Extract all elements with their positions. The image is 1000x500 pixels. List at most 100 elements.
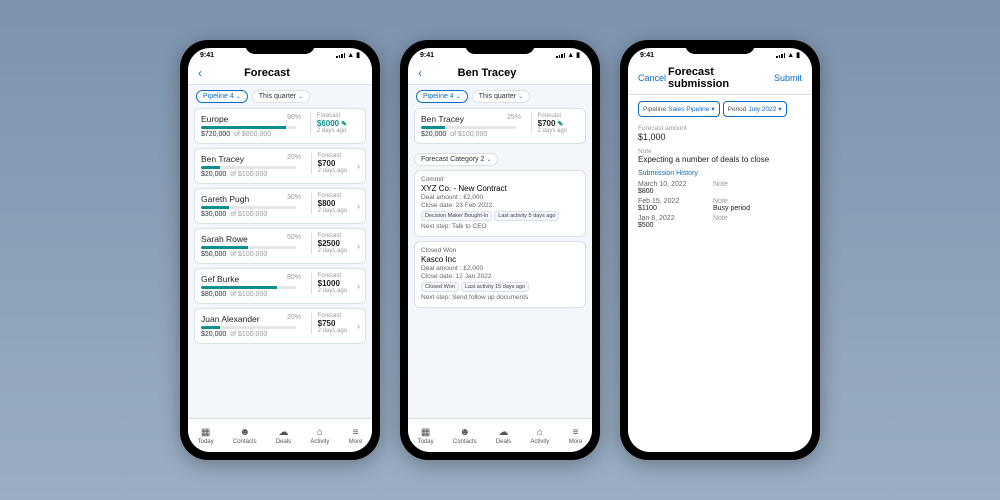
row-of: of $100,000	[228, 251, 267, 258]
submit-button[interactable]: Submit	[772, 73, 802, 83]
chevron-right-icon[interactable]: ›	[357, 161, 360, 171]
tab-more[interactable]: ≡More	[349, 427, 363, 445]
deal-tag: Last activity 5 days ago	[494, 211, 559, 221]
tab-activity[interactable]: ⌂Activity	[530, 427, 549, 445]
page-title: Ben Tracey	[458, 67, 517, 79]
row-pct: 25%	[507, 114, 521, 121]
row-name: Juan Alexander	[201, 314, 260, 324]
row-of: of $100,000	[448, 131, 487, 138]
forecast-block: Forecast $2500 2 days ago	[311, 233, 347, 254]
forecast-row: Europe90% $720,000 of $800,000 Forecast …	[194, 108, 366, 144]
tab-today[interactable]: ▦Today	[198, 427, 214, 445]
row-of: of $800,000	[232, 131, 271, 138]
filters: Pipeline 4⌄ This quarter⌄	[408, 85, 592, 108]
deals-icon: ☁	[499, 427, 509, 438]
phone-forecast: 9:41 ▲ ▮ ‹ Forecast Pipeline 4⌄ This qua…	[180, 40, 380, 460]
history-note: Busy period	[713, 205, 750, 212]
history-note-label: Note	[713, 215, 728, 222]
calendar-icon: ▦	[201, 427, 210, 438]
tab-contacts[interactable]: ☻Contacts	[453, 427, 477, 445]
wifi-icon: ▲	[567, 52, 574, 59]
status-time: 9:41	[640, 52, 654, 59]
forecast-list[interactable]: Europe90% $720,000 of $800,000 Forecast …	[188, 108, 372, 418]
history-row: Jan 8, 2022$500 Note	[638, 215, 802, 229]
page-title: Forecast	[244, 67, 290, 79]
progress-bar	[201, 126, 296, 129]
chevron-down-icon: ⌄	[236, 93, 241, 100]
person-icon: ☻	[459, 427, 470, 438]
forecast-row[interactable]: Sarah Rowe50% $50,000 of $100,000 Foreca…	[194, 228, 366, 264]
signal-icon	[776, 53, 785, 58]
chevron-right-icon[interactable]: ›	[357, 321, 360, 331]
field-value: Expecting a number of deals to close	[638, 155, 802, 164]
tab-today[interactable]: ▦Today	[418, 427, 434, 445]
notch	[465, 40, 535, 54]
select-pipeline[interactable]: PipelineSales Pipeline▾	[638, 101, 720, 117]
navbar: Cancel Forecast submission Submit	[628, 62, 812, 95]
select-period[interactable]: PeriodJuly 2022▾	[723, 101, 787, 117]
cancel-button[interactable]: Cancel	[638, 73, 668, 83]
tab-deals[interactable]: ☁Deals	[496, 427, 511, 445]
back-button[interactable]: ‹	[198, 66, 202, 80]
row-of: of $100,000	[228, 171, 267, 178]
forecast-block: Forecast $700 2 days ago	[311, 153, 347, 174]
chevron-down-icon: ⌄	[298, 93, 303, 100]
forecast-row[interactable]: Gareth Pugh30% $30,000 of $100,000 Forec…	[194, 188, 366, 224]
status-icons: ▲ ▮	[776, 51, 800, 59]
forecast-row[interactable]: Ben Tracey20% $20,000 of $100,000 Foreca…	[194, 148, 366, 184]
tab-contacts[interactable]: ☻Contacts	[233, 427, 257, 445]
wifi-icon: ▲	[787, 52, 794, 59]
tab-deals[interactable]: ☁Deals	[276, 427, 291, 445]
deal-tag: Last activity 15 days ago	[461, 282, 529, 292]
battery-icon: ▮	[796, 51, 800, 59]
filter-category[interactable]: Forecast Category 2⌄	[414, 153, 498, 166]
tab-activity[interactable]: ⌂Activity	[310, 427, 329, 445]
deal-amount: Deal amount : £2,000	[421, 194, 579, 201]
activity-icon: ⌂	[317, 427, 323, 438]
chevron-down-icon: ⌄	[456, 93, 461, 100]
filter-period[interactable]: This quarter⌄	[252, 90, 310, 103]
chevron-right-icon[interactable]: ›	[357, 241, 360, 251]
filter-pipeline[interactable]: Pipeline 4⌄	[196, 90, 248, 103]
progress-bar	[201, 326, 296, 329]
filter-pipeline[interactable]: Pipeline 4⌄	[416, 90, 468, 103]
field-note[interactable]: Note Expecting a number of deals to clos…	[638, 148, 802, 164]
chevron-right-icon[interactable]: ›	[357, 201, 360, 211]
field-amount[interactable]: Forecast amount $1,000	[638, 125, 802, 142]
edit-icon[interactable]: ✎	[557, 121, 563, 128]
page-title: Forecast submission	[668, 66, 772, 90]
row-amount: $50,000	[201, 251, 226, 258]
forecast-row[interactable]: Juan Alexander20% $20,000 of $100,000 Fo…	[194, 308, 366, 344]
history-heading: Submission History	[638, 170, 802, 177]
tab-more[interactable]: ≡More	[569, 427, 583, 445]
row-pct: 90%	[287, 114, 301, 121]
forecast-block: Forecast $6000✎ 2 days ago	[310, 113, 347, 134]
deal-tag: Closed Won	[421, 282, 459, 292]
status-icons: ▲ ▮	[556, 51, 580, 59]
back-button[interactable]: ‹	[418, 66, 422, 80]
screen: 9:41 ▲ ▮ ‹ Forecast Pipeline 4⌄ This qua…	[188, 48, 372, 452]
notch	[245, 40, 315, 54]
phone-submission: 9:41 ▲ ▮ Cancel Forecast submission Subm…	[620, 40, 820, 460]
person-icon: ☻	[239, 427, 250, 438]
deal-amount: Deal amount : £2,000	[421, 265, 579, 272]
filter-period[interactable]: This quarter⌄	[472, 90, 530, 103]
form-body: PipelineSales Pipeline▾ PeriodJuly 2022▾…	[628, 95, 812, 452]
progress-bar	[201, 246, 296, 249]
menu-icon: ≡	[353, 427, 359, 438]
chevron-down-icon: ⌄	[486, 156, 491, 163]
deal-card[interactable]: Commit XYZ Co. - New Contract Deal amoun…	[414, 170, 586, 237]
row-pct: 20%	[287, 154, 301, 161]
form-filters: PipelineSales Pipeline▾ PeriodJuly 2022▾	[638, 101, 802, 117]
chevron-right-icon[interactable]: ›	[357, 281, 360, 291]
deal-card[interactable]: Closed Won Kasco Inc Deal amount : £2,00…	[414, 241, 586, 308]
row-name: Gareth Pugh	[201, 194, 249, 204]
forecast-row[interactable]: Gef Burke80% $80,000 of $100,000 Forecas…	[194, 268, 366, 304]
row-amount: $20,000	[201, 171, 226, 178]
forecast-row: Ben Tracey25% $20,000 of $100,000 Foreca…	[414, 108, 586, 144]
row-amount: $20,000	[421, 131, 446, 138]
progress-bar	[201, 206, 296, 209]
row-of: of $100,000	[228, 331, 267, 338]
edit-icon[interactable]: ✎	[341, 121, 347, 128]
person-body[interactable]: Ben Tracey25% $20,000 of $100,000 Foreca…	[408, 108, 592, 418]
